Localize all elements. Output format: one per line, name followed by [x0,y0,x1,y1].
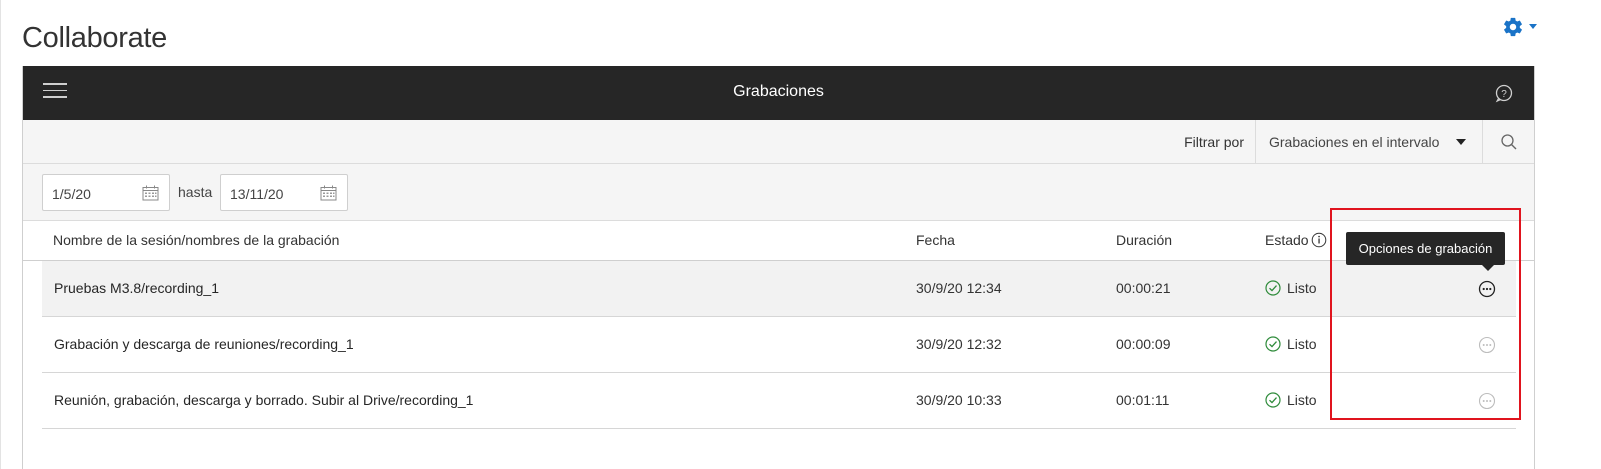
filter-selected-value: Grabaciones en el intervalo [1269,134,1440,150]
check-circle-icon [1265,280,1281,296]
column-header-estado-label: Estado [1265,232,1309,248]
search-icon [1501,134,1517,150]
page-title: Collaborate [22,22,168,54]
row-estado: Listo [1265,336,1317,352]
recording-options-button[interactable] [1478,392,1496,410]
info-icon[interactable] [1311,232,1327,248]
table-header: Nombre de la sesión/nombres de la grabac… [23,221,1534,261]
date-from-input[interactable]: 1/5/20 [42,174,170,211]
panel-title: Grabaciones [733,83,824,100]
column-header-name[interactable]: Nombre de la sesión/nombres de la grabac… [53,232,339,248]
search-button[interactable] [1482,120,1535,163]
svg-text:?: ? [1501,89,1507,100]
gear-icon [1502,16,1524,38]
row-estado: Listo [1265,280,1317,296]
date-range-bar: 1/5/20 hasta 13/11/20 [23,164,1534,221]
row-fecha: 30/9/20 10:33 [916,392,1002,408]
more-options-icon [1478,280,1496,298]
row-estado: Listo [1265,392,1317,408]
row-fecha: 30/9/20 12:34 [916,280,1002,296]
row-estado-label: Listo [1287,336,1317,352]
check-circle-icon [1265,336,1281,352]
column-header-duracion[interactable]: Duración [1116,232,1172,248]
more-options-icon [1478,392,1496,410]
recording-options-tooltip: Opciones de grabación [1346,232,1505,271]
row-estado-label: Listo [1287,392,1317,408]
help-icon: ? [1495,84,1513,103]
table-row: Grabación y descarga de reuniones/record… [42,317,1516,373]
row-duracion: 00:00:21 [1116,280,1171,296]
recordings-panel: Grabaciones ? Filtrar por Grabaciones en… [22,66,1535,469]
check-circle-icon [1265,392,1281,408]
table-row: Reunión, grabación, descarga y borrado. … [42,373,1516,429]
more-options-icon [1478,336,1496,354]
row-name[interactable]: Pruebas M3.8/recording_1 [54,280,219,296]
caret-down-icon [1456,139,1466,145]
date-to-value: 13/11/20 [230,186,284,202]
filter-label: Filtrar por [1184,134,1244,150]
recording-options-button[interactable] [1478,280,1496,298]
row-name[interactable]: Grabación y descarga de reuniones/record… [54,336,354,352]
recording-options-button[interactable] [1478,336,1496,354]
settings-button[interactable] [1502,16,1538,38]
date-to-input[interactable]: 13/11/20 [220,174,348,211]
row-duracion: 00:00:09 [1116,336,1171,352]
row-name[interactable]: Reunión, grabación, descarga y borrado. … [54,392,473,408]
row-estado-label: Listo [1287,280,1317,296]
help-button[interactable]: ? [1494,83,1514,103]
filter-select[interactable]: Grabaciones en el intervalo [1255,120,1482,163]
calendar-icon[interactable] [142,185,159,201]
date-from-value: 1/5/20 [52,186,91,202]
row-fecha: 30/9/20 12:32 [916,336,1002,352]
calendar-icon[interactable] [320,185,337,201]
row-duracion: 00:01:11 [1116,392,1170,408]
filter-bar: Filtrar por Grabaciones en el intervalo [23,120,1534,164]
table-row: Pruebas M3.8/recording_1 30/9/20 12:34 0… [42,261,1516,317]
date-separator: hasta [178,184,213,200]
caret-down-icon [1528,24,1538,30]
top-bar: Grabaciones ? [23,66,1534,120]
column-header-fecha[interactable]: Fecha [916,232,955,248]
column-header-estado: Estado [1265,232,1327,248]
